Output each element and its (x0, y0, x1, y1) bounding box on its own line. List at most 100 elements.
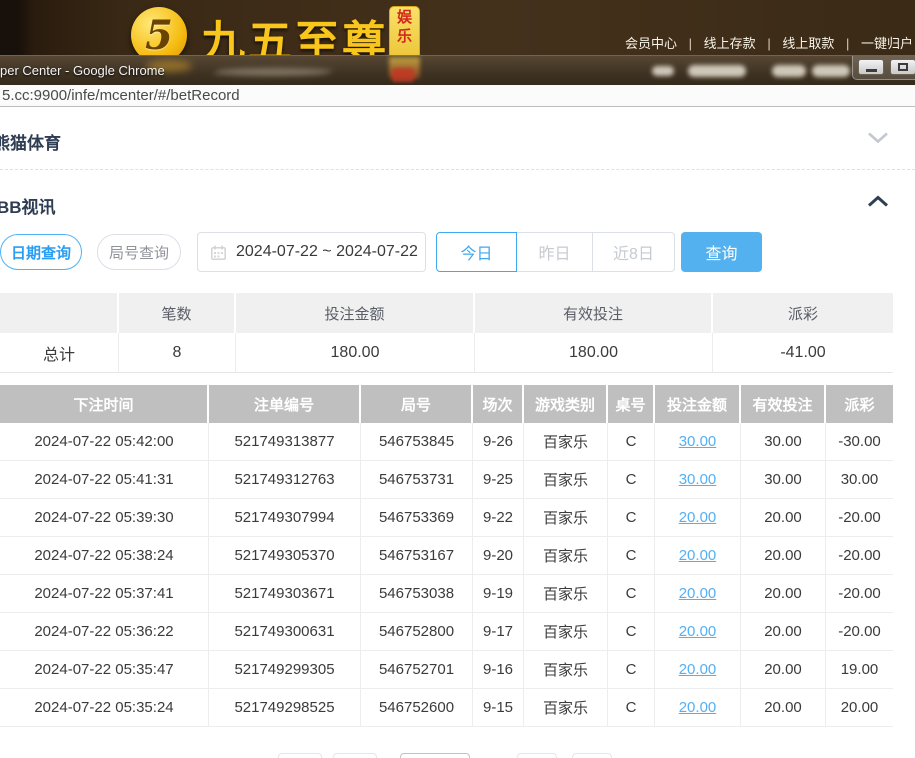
bet-amount-link[interactable]: 20.00 (679, 623, 717, 640)
minimize-button[interactable] (858, 59, 884, 75)
summary-header-blank (0, 293, 119, 333)
payout: -20.00 (826, 537, 893, 574)
session: 9-15 (473, 689, 524, 726)
bet-amount: 20.00 (655, 613, 741, 650)
bet-amount: 20.00 (655, 499, 741, 536)
valid-bet: 20.00 (741, 651, 826, 688)
table-row: 2024-07-22 05:42:00521749313877546753845… (0, 423, 893, 461)
bet-amount-link[interactable]: 20.00 (679, 699, 717, 716)
search-button[interactable]: 查询 (681, 232, 762, 272)
summary-valid-bet-value: 180.00 (475, 333, 713, 372)
col-header-bet-amount: 投注金额 (655, 385, 741, 423)
summary-header-valid-bet: 有效投注 (475, 293, 713, 333)
pagination-button[interactable] (278, 753, 322, 758)
pagination-button[interactable] (333, 753, 377, 758)
table-code: C (608, 613, 655, 650)
site-header: 5 九五至尊 娱 乐 会员中心 | 线上存款 | 线上取款 | 一键归户 (0, 0, 915, 55)
pagination-button[interactable] (572, 753, 612, 758)
filter-row: 日期查询 局号查询 2024-07-22 ~ 2024-07-22 今日 昨日 … (0, 232, 915, 272)
valid-bet: 30.00 (741, 461, 826, 498)
nav-online-withdraw[interactable]: 线上取款 (782, 36, 834, 51)
bet-time: 2024-07-22 05:41:31 (0, 461, 209, 498)
bet-amount: 20.00 (655, 689, 741, 726)
url-bar[interactable]: 5.cc:9900/infe/mcenter/#/betRecord (0, 85, 915, 107)
section-title-panda-sports: 熊猫体育 (0, 129, 915, 154)
badge-seal (392, 68, 414, 82)
valid-bet: 20.00 (741, 575, 826, 612)
col-header-game-type: 游戏类别 (524, 385, 608, 423)
table-code: C (608, 461, 655, 498)
summary-payout-value: -41.00 (713, 333, 893, 372)
pagination-button[interactable] (517, 753, 557, 758)
section-bb-video[interactable]: BB视讯 (0, 170, 915, 222)
blurred-balance (772, 65, 806, 77)
table-row: 2024-07-22 05:35:47521749299305546752701… (0, 651, 893, 689)
bet-amount-link[interactable]: 30.00 (679, 433, 717, 450)
bet-time: 2024-07-22 05:42:00 (0, 423, 209, 460)
blurred-balance-value (812, 65, 850, 77)
order-id: 521749299305 (209, 651, 361, 688)
bet-amount-link[interactable]: 30.00 (679, 471, 717, 488)
last-8-days-button[interactable]: 近8日 (592, 232, 675, 272)
nav-separator: | (767, 36, 770, 51)
nav-one-key-transfer[interactable]: 一键归户 (861, 36, 913, 51)
maximize-icon (898, 63, 908, 71)
summary-bet-amount-value: 180.00 (236, 333, 475, 372)
game-type: 百家乐 (524, 575, 608, 612)
section-panda-sports[interactable]: 熊猫体育 (0, 107, 915, 170)
round-id: 546752701 (361, 651, 473, 688)
table-row: 2024-07-22 05:41:31521749312763546753731… (0, 461, 893, 499)
session: 9-20 (473, 537, 524, 574)
section-title-bb-video: BB视讯 (0, 193, 915, 218)
summary-total-row: 总计 8 180.00 180.00 -41.00 (0, 333, 893, 373)
payout: -20.00 (826, 575, 893, 612)
pagination (0, 753, 915, 758)
round-id: 546752800 (361, 613, 473, 650)
valid-bet: 20.00 (741, 537, 826, 574)
window-titlebar[interactable]: per Center - Google Chrome (0, 55, 915, 85)
col-header-round-id: 局号 (361, 385, 473, 423)
pagination-current-page[interactable] (400, 753, 470, 758)
chevron-up-icon[interactable] (867, 195, 889, 208)
bet-amount: 20.00 (655, 575, 741, 612)
payout: -20.00 (826, 613, 893, 650)
bet-amount-link[interactable]: 20.00 (679, 547, 717, 564)
chevron-down-icon[interactable] (867, 131, 889, 144)
nav-separator: | (689, 36, 692, 51)
nav-member-center[interactable]: 会员中心 (625, 36, 677, 51)
round-query-tab[interactable]: 局号查询 (97, 234, 181, 270)
blurred-account-label (652, 66, 674, 76)
bet-amount-link[interactable]: 20.00 (679, 585, 717, 602)
valid-bet: 20.00 (741, 689, 826, 726)
today-button[interactable]: 今日 (436, 232, 517, 272)
table-code: C (608, 537, 655, 574)
bet-time: 2024-07-22 05:38:24 (0, 537, 209, 574)
nav-separator: | (846, 36, 849, 51)
round-id: 546753369 (361, 499, 473, 536)
blurred-account-name (688, 65, 746, 77)
nav-online-deposit[interactable]: 线上存款 (704, 36, 756, 51)
date-query-tab[interactable]: 日期查询 (0, 234, 82, 270)
order-id: 521749313877 (209, 423, 361, 460)
blurred-decoration (212, 68, 334, 76)
logo-badge: 娱 乐 (389, 6, 420, 55)
maximize-button[interactable] (890, 59, 915, 75)
summary-header-count: 笔数 (119, 293, 236, 333)
bet-amount-link[interactable]: 20.00 (679, 661, 717, 678)
date-range-value: 2024-07-22 ~ 2024-07-22 (236, 243, 418, 261)
round-id: 546752600 (361, 689, 473, 726)
bet-time: 2024-07-22 05:36:22 (0, 613, 209, 650)
top-nav: 会员中心 | 线上存款 | 线上取款 | 一键归户 (625, 33, 913, 52)
bet-amount-link[interactable]: 20.00 (679, 509, 717, 526)
quick-date-group: 今日 昨日 近8日 (436, 232, 675, 272)
summary-table: 笔数 投注金额 有效投注 派彩 总计 8 180.00 180.00 -41.0… (0, 293, 893, 373)
date-range-input[interactable]: 2024-07-22 ~ 2024-07-22 (197, 232, 426, 272)
game-type: 百家乐 (524, 689, 608, 726)
session: 9-19 (473, 575, 524, 612)
minimize-icon (866, 69, 877, 72)
bet-time: 2024-07-22 05:37:41 (0, 575, 209, 612)
yesterday-button[interactable]: 昨日 (516, 232, 593, 272)
table-code: C (608, 499, 655, 536)
valid-bet: 20.00 (741, 499, 826, 536)
order-id: 521749300631 (209, 613, 361, 650)
